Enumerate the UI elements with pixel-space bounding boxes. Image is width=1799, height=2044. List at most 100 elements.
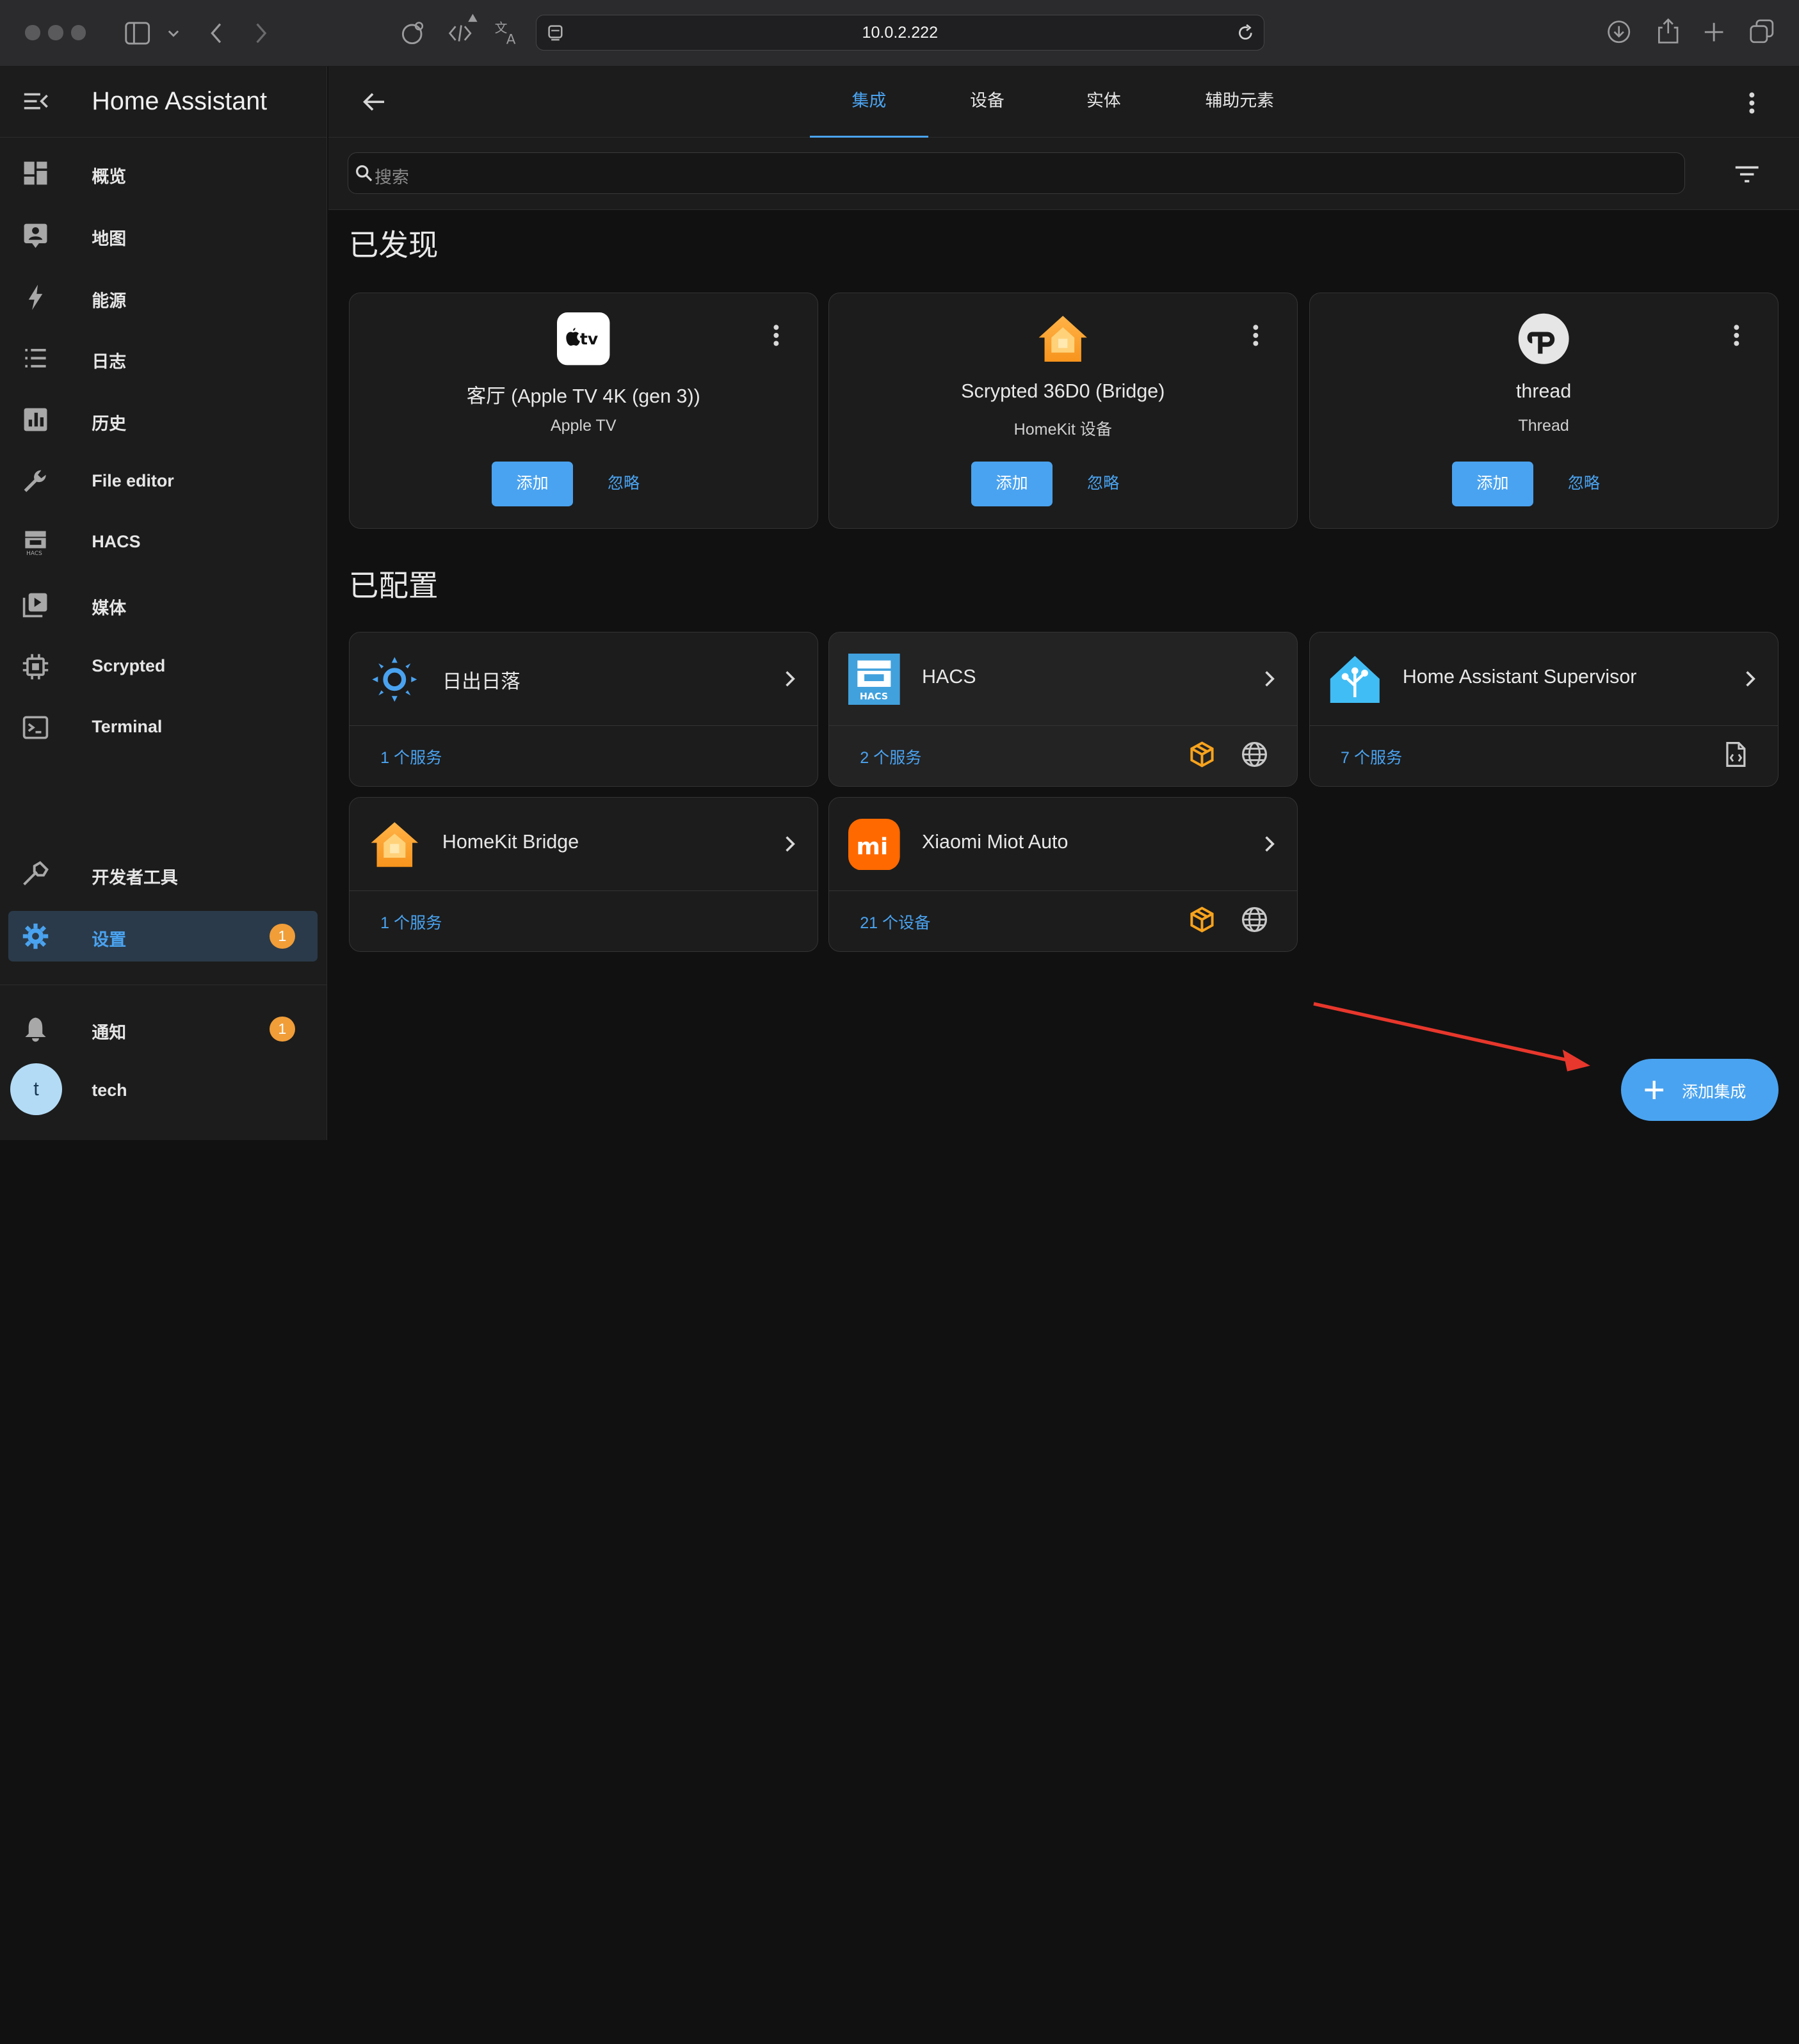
- sidebar-item-label: 概览: [92, 167, 127, 187]
- privacy-report-icon[interactable]: [399, 19, 427, 47]
- card-title: HomeKit Bridge: [442, 831, 579, 853]
- card-header[interactable]: mi Xiaomi Miot Auto: [828, 798, 1297, 891]
- card-header[interactable]: 日出日落: [349, 632, 818, 726]
- services-link[interactable]: 1 个服务: [380, 745, 442, 768]
- address-bar[interactable]: 10.0.2.222: [535, 15, 1264, 51]
- reload-icon[interactable]: [1236, 24, 1255, 42]
- sidebar-item-history[interactable]: 历史: [8, 394, 318, 445]
- card-title: Scrypted 36D0 (Bridge): [961, 380, 1165, 403]
- tab-entities[interactable]: 实体: [1046, 67, 1161, 138]
- services-link[interactable]: 7 个服务: [1341, 745, 1402, 768]
- sidebar-item-logbook[interactable]: 日志: [8, 333, 318, 383]
- sidebar-item-hacs[interactable]: HACS HACS: [8, 517, 318, 568]
- forward-icon[interactable]: [255, 22, 269, 45]
- discovered-section-title: 已发现: [348, 228, 439, 262]
- card-header[interactable]: HACS HACS: [828, 632, 1297, 726]
- tab-integrations[interactable]: 集成: [810, 67, 928, 138]
- add-integration-label: 添加集成: [1682, 1083, 1747, 1102]
- tab-overview-icon[interactable]: [1750, 19, 1775, 44]
- sidebar-item-notifications[interactable]: 通知 1: [8, 1004, 318, 1054]
- add-button[interactable]: 添加: [491, 462, 574, 507]
- card-title: 日出日落: [442, 671, 520, 693]
- add-integration-button[interactable]: 添加集成: [1621, 1059, 1779, 1121]
- card-menu-icon[interactable]: [773, 324, 780, 347]
- sidebar-toggle-icon[interactable]: [125, 22, 150, 45]
- tab-helpers[interactable]: 辅助元素: [1185, 67, 1294, 138]
- app-title: Home Assistant: [92, 87, 268, 116]
- chevron-right-icon: [1265, 671, 1275, 687]
- back-icon[interactable]: [209, 22, 223, 45]
- ignore-button[interactable]: 忽略: [1556, 462, 1611, 506]
- services-link[interactable]: 1 个服务: [380, 910, 442, 933]
- overflow-menu-icon[interactable]: [1748, 92, 1755, 115]
- chevron-right-icon: [786, 836, 795, 852]
- avatar[interactable]: t: [10, 1063, 62, 1115]
- integration-card-xiaomi[interactable]: mi Xiaomi Miot Auto 21 个设备: [828, 797, 1298, 953]
- add-button[interactable]: 添加: [1451, 462, 1534, 507]
- configured-section-title: 已配置: [348, 569, 439, 603]
- sidebar-divider: [0, 984, 327, 986]
- sidebar-item-map[interactable]: 地图: [8, 210, 318, 261]
- sidebar-item-media[interactable]: 媒体: [8, 579, 318, 630]
- sidebar-item-energy[interactable]: 能源: [8, 272, 318, 323]
- sidebar-item-file-editor[interactable]: File editor: [8, 456, 318, 507]
- downloads-icon[interactable]: [1606, 19, 1631, 44]
- plus-icon: [1645, 1081, 1664, 1099]
- discovered-card-apple-tv: tv 客厅 (Apple TV 4K (gen 3)) Apple TV 添加 …: [348, 292, 818, 529]
- search-input[interactable]: 搜索: [347, 152, 1686, 194]
- card-title: Home Assistant Supervisor: [1402, 666, 1637, 688]
- tab-devices[interactable]: 设备: [928, 67, 1047, 138]
- add-button[interactable]: 添加: [971, 462, 1053, 507]
- ignore-button[interactable]: 忽略: [1076, 462, 1131, 506]
- user-name: tech: [92, 1081, 127, 1100]
- card-header[interactable]: HomeKit Bridge: [349, 798, 818, 891]
- map-icon: [24, 223, 47, 248]
- chevron-down-icon[interactable]: [168, 29, 179, 38]
- card-menu-icon[interactable]: [1733, 324, 1740, 347]
- filter-icon[interactable]: [1734, 165, 1759, 184]
- bell-icon: [25, 1017, 46, 1042]
- annotation-arrow-icon: [1313, 1002, 1590, 1072]
- discovered-card-thread: thread Thread 添加 忽略: [1309, 292, 1779, 529]
- sidebar-item-terminal[interactable]: Terminal: [8, 702, 318, 753]
- sun-icon: [372, 657, 417, 702]
- card-menu-icon[interactable]: [1252, 324, 1259, 347]
- gear-icon: [22, 923, 49, 949]
- browser-toolbar: 文A 10.0.2.222: [0, 0, 1799, 67]
- sidebar-item-scrypted[interactable]: Scrypted: [8, 641, 318, 692]
- url-text: 10.0.2.222: [862, 23, 939, 42]
- sidebar-item-label: HACS: [92, 532, 141, 552]
- window-maximize-button[interactable]: [71, 25, 86, 40]
- services-link[interactable]: 2 个服务: [860, 745, 921, 768]
- window-minimize-button[interactable]: [48, 25, 63, 40]
- documentation-icon[interactable]: [1722, 741, 1749, 768]
- back-arrow-icon[interactable]: [362, 92, 385, 112]
- sidebar-item-overview[interactable]: 概览: [8, 148, 318, 198]
- menu-collapse-icon[interactable]: [23, 91, 48, 111]
- devices-link[interactable]: 21 个设备: [860, 910, 930, 933]
- app-window: 文A 10.0.2.222 Home Assistant 概览 地图 能源 日志…: [0, 0, 1799, 1141]
- ignore-button[interactable]: 忽略: [596, 462, 651, 506]
- sidebar-item-developer-tools[interactable]: 开发者工具: [8, 849, 318, 899]
- custom-integration-package-icon: [1190, 741, 1214, 768]
- media-play-icon: [22, 593, 47, 618]
- window-close-button[interactable]: [25, 25, 40, 40]
- integration-card-sun[interactable]: 日出日落 1 个服务: [348, 632, 818, 787]
- integration-card-homekit-bridge[interactable]: HomeKit Bridge 1 个服务: [348, 797, 818, 953]
- sidebar-item-settings[interactable]: 设置 1: [8, 910, 318, 962]
- search-placeholder: 搜索: [375, 168, 409, 188]
- sidebar-item-label: Scrypted: [92, 656, 166, 675]
- translate-icon[interactable]: 文A: [494, 19, 521, 46]
- new-tab-icon[interactable]: [1704, 22, 1724, 42]
- integration-card-hacs[interactable]: HACS HACS 2 个服务: [828, 632, 1298, 787]
- xiaomi-mi-logo: mi: [848, 818, 900, 871]
- card-header[interactable]: Home Assistant Supervisor: [1309, 632, 1778, 726]
- web-inspector-icon[interactable]: [448, 12, 480, 46]
- share-icon[interactable]: [1656, 17, 1681, 45]
- hacs-store-icon: HACS: [25, 531, 46, 556]
- integration-card-supervisor[interactable]: Home Assistant Supervisor 7 个服务: [1309, 632, 1779, 787]
- search-icon: [355, 165, 372, 182]
- sidebar-item-label: File editor: [92, 471, 174, 491]
- sidebar-item-label: Terminal: [92, 716, 163, 736]
- homekit-house-icon: [1038, 316, 1087, 362]
